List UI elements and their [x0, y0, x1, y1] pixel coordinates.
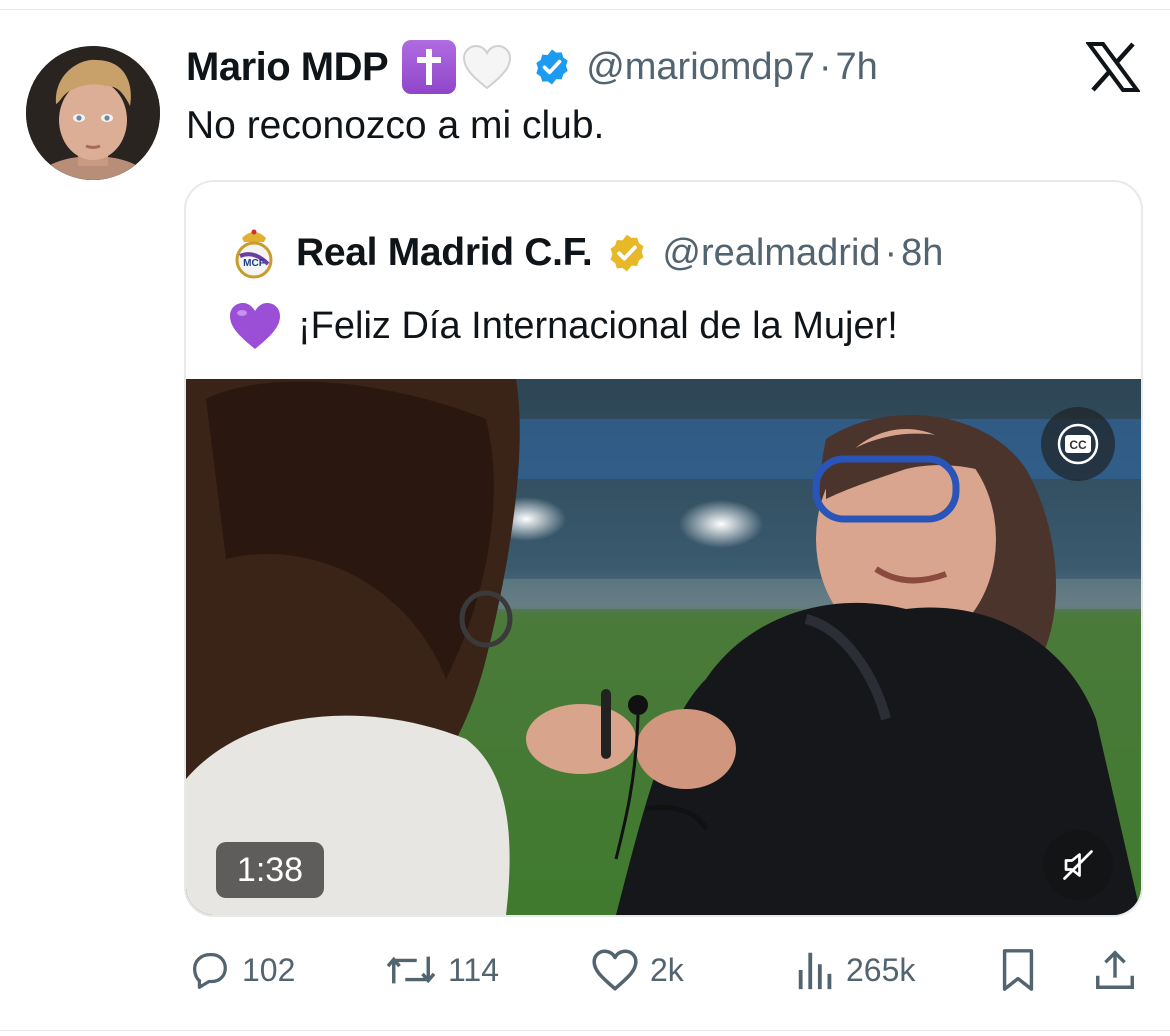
share-button[interactable]: [1092, 940, 1138, 1000]
x-logo-icon: [1085, 42, 1141, 92]
video-player[interactable]: CC 1:38: [186, 379, 1141, 915]
share-icon: [1096, 950, 1134, 989]
gold-verified-badge-icon: [606, 232, 648, 274]
latin-cross-emoji: [402, 40, 457, 94]
reply-button[interactable]: 102: [186, 940, 295, 1000]
like-icon: [592, 949, 638, 991]
quoted-author-name[interactable]: Real Madrid C.F.: [296, 231, 593, 275]
verified-badge-icon: [532, 47, 572, 87]
purple-heart-emoji: [228, 301, 282, 351]
repost-count: 114: [448, 951, 500, 988]
closed-captions-icon: CC: [1057, 423, 1099, 465]
video-duration: 1:38: [216, 842, 324, 898]
svg-text:CC: CC: [1069, 438, 1087, 452]
quoted-tweet-text-row: ¡Feliz Día Internacional de la Mujer!: [228, 298, 898, 354]
like-count: 2k: [650, 951, 684, 988]
tweet-text: No reconozco a mi club.: [186, 104, 605, 147]
author-name[interactable]: Mario MDP: [186, 45, 389, 90]
bottom-divider: [0, 1030, 1170, 1031]
bookmark-button[interactable]: [996, 940, 1040, 1000]
repost-icon: [386, 956, 436, 984]
author-avatar[interactable]: [26, 46, 160, 180]
bookmark-icon: [1002, 949, 1034, 991]
like-button[interactable]: 2k: [590, 940, 684, 1000]
repost-button[interactable]: 114: [384, 940, 499, 1000]
real-madrid-crest-icon[interactable]: MCF: [232, 226, 276, 280]
reply-icon: [192, 953, 227, 989]
views-button[interactable]: 265k: [796, 940, 915, 1000]
tweet-actions-bar: 102 114 2k 265k: [0, 940, 1170, 1000]
quoted-tweet-card[interactable]: MCF Real Madrid C.F. @realmadrid · 8h ¡Fel…: [184, 180, 1143, 917]
tweet-time: 7h: [835, 45, 878, 88]
tweet-header: Mario MDP @mariomdp7 · 7h: [186, 40, 878, 94]
views-count: 265k: [846, 951, 916, 988]
quoted-tweet-time: 8h: [901, 231, 944, 274]
views-icon: [798, 952, 832, 990]
reply-count: 102: [242, 951, 296, 988]
svg-text:MCF: MCF: [243, 258, 265, 269]
top-divider: [0, 9, 1170, 10]
author-handle[interactable]: @mariomdp7 · 7h: [586, 46, 878, 89]
white-heart-emoji: [460, 40, 514, 94]
muted-speaker-icon: [1063, 850, 1093, 880]
closed-captions-button[interactable]: CC: [1041, 407, 1115, 481]
quoted-tweet-header: MCF Real Madrid C.F. @realmadrid · 8h: [232, 224, 943, 282]
mute-toggle-button[interactable]: [1043, 830, 1113, 900]
video-frame: [186, 379, 1141, 915]
quoted-tweet-text: ¡Feliz Día Internacional de la Mujer!: [298, 304, 898, 347]
quoted-author-handle[interactable]: @realmadrid · 8h: [662, 232, 943, 275]
